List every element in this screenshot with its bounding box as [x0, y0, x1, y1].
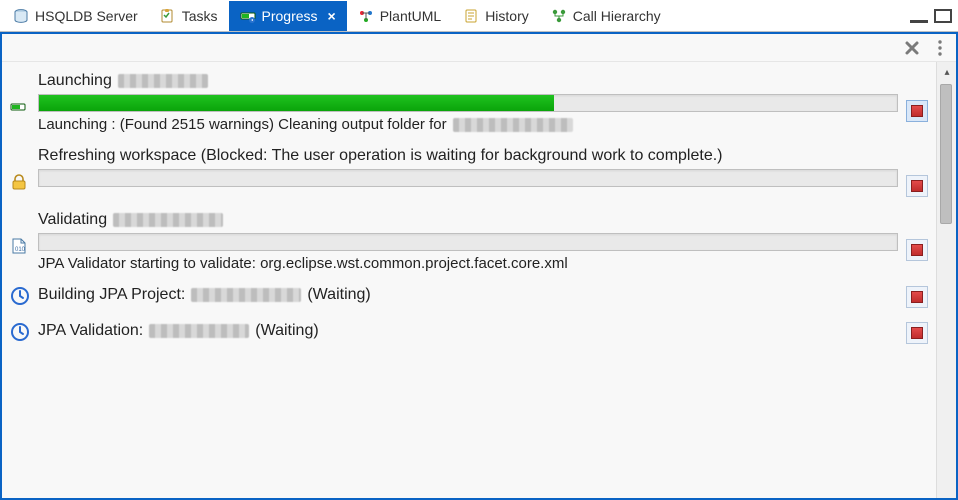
progress-item: Launching Launching : (Found 2515 warnin…: [2, 66, 936, 141]
progress-title-text: Building JPA Project:: [38, 286, 185, 304]
run-icon: [10, 98, 30, 118]
progress-item: JPA Validation: (Waiting): [2, 316, 936, 352]
tab-history[interactable]: History: [452, 1, 540, 31]
progress-title-text: Validating: [38, 211, 107, 229]
tasks-icon: [160, 8, 176, 24]
cancel-operation-button[interactable]: [906, 100, 928, 122]
progress-title-suffix: (Waiting): [307, 286, 370, 304]
tab-label: History: [485, 8, 529, 24]
progress-item-title: Refreshing workspace (Blocked: The user …: [38, 147, 898, 165]
tab-call-hierarchy[interactable]: Call Hierarchy: [540, 1, 672, 31]
plantuml-icon: [358, 8, 374, 24]
stop-icon: [911, 327, 923, 339]
minimize-button[interactable]: [910, 13, 928, 23]
view-tabbar: HSQLDB Server Tasks Progress × PlantUML …: [0, 0, 958, 32]
cancel-operation-button[interactable]: [906, 286, 928, 308]
stop-icon: [911, 105, 923, 117]
view-menu-icon[interactable]: [930, 38, 950, 58]
progress-item-main: Launching Launching : (Found 2515 warnin…: [38, 72, 898, 133]
progress-title-text: Launching: [38, 72, 112, 90]
progress-item-main: Refreshing workspace (Blocked: The user …: [38, 147, 898, 191]
progress-toolbar: [2, 34, 956, 62]
progress-title-suffix: (Waiting): [255, 322, 318, 340]
tab-hsqldb-server[interactable]: HSQLDB Server: [2, 1, 149, 31]
progress-item-title: JPA Validation: (Waiting): [38, 322, 898, 340]
history-icon: [463, 8, 479, 24]
stop-icon: [911, 180, 923, 192]
progress-icon: [240, 8, 256, 24]
clock-icon: [10, 322, 30, 342]
tab-progress[interactable]: Progress ×: [229, 1, 347, 31]
progress-item-main: Building JPA Project: (Waiting): [38, 286, 898, 308]
detail-text: Launching : (Found 2515 warnings) Cleani…: [38, 116, 447, 133]
progress-item-title: Validating: [38, 211, 898, 229]
detail-text: JPA Validator starting to validate: org.…: [38, 255, 568, 272]
remove-all-icon[interactable]: [902, 38, 922, 58]
progress-panel: Launching Launching : (Found 2515 warnin…: [0, 32, 958, 500]
progress-item-detail: Launching : (Found 2515 warnings) Cleani…: [38, 116, 898, 133]
cancel-operation-button[interactable]: [906, 322, 928, 344]
tab-label: Call Hierarchy: [573, 8, 661, 24]
close-icon[interactable]: ×: [328, 8, 336, 24]
tab-label: Progress: [262, 8, 318, 24]
database-icon: [13, 8, 29, 24]
cancel-operation-button[interactable]: [906, 239, 928, 261]
progress-bar-fill: [39, 95, 554, 111]
progress-item: 010 Validating JPA Validator starting to …: [2, 205, 936, 280]
progress-item-title: Building JPA Project: (Waiting): [38, 286, 898, 304]
call-hierarchy-icon: [551, 8, 567, 24]
obscured-text: [191, 288, 301, 302]
progress-item: Building JPA Project: (Waiting): [2, 280, 936, 316]
progress-bar: [38, 169, 898, 187]
svg-text:010: 010: [15, 247, 26, 253]
clock-icon: [10, 286, 30, 306]
progress-item-detail: JPA Validator starting to validate: org.…: [38, 255, 898, 272]
obscured-text: [113, 213, 223, 227]
vertical-scrollbar[interactable]: ▴: [936, 62, 956, 498]
tab-label: PlantUML: [380, 8, 441, 24]
tab-label: Tasks: [182, 8, 218, 24]
progress-title-text: Refreshing workspace (Blocked: The user …: [38, 147, 722, 165]
view-window-controls: [910, 9, 956, 23]
stop-icon: [911, 291, 923, 303]
progress-item: Refreshing workspace (Blocked: The user …: [2, 141, 936, 205]
progress-bar: [38, 94, 898, 112]
progress-item-main: JPA Validation: (Waiting): [38, 322, 898, 344]
obscured-text: [118, 74, 208, 88]
tab-label: HSQLDB Server: [35, 8, 138, 24]
progress-bar: [38, 233, 898, 251]
stop-icon: [911, 244, 923, 256]
file-icon: 010: [10, 237, 30, 257]
progress-item-main: Validating JPA Validator starting to val…: [38, 211, 898, 272]
obscured-text: [149, 324, 249, 338]
progress-item-title: Launching: [38, 72, 898, 90]
progress-content: Launching Launching : (Found 2515 warnin…: [2, 62, 956, 498]
scroll-thumb[interactable]: [940, 84, 952, 224]
tab-tasks[interactable]: Tasks: [149, 1, 229, 31]
progress-title-text: JPA Validation:: [38, 322, 143, 340]
tab-plantuml[interactable]: PlantUML: [347, 1, 452, 31]
progress-list: Launching Launching : (Found 2515 warnin…: [2, 62, 936, 498]
scroll-up-arrow[interactable]: ▴: [937, 62, 956, 82]
obscured-text: [453, 118, 573, 132]
lock-icon: [10, 173, 30, 193]
maximize-button[interactable]: [934, 9, 952, 23]
cancel-operation-button[interactable]: [906, 175, 928, 197]
